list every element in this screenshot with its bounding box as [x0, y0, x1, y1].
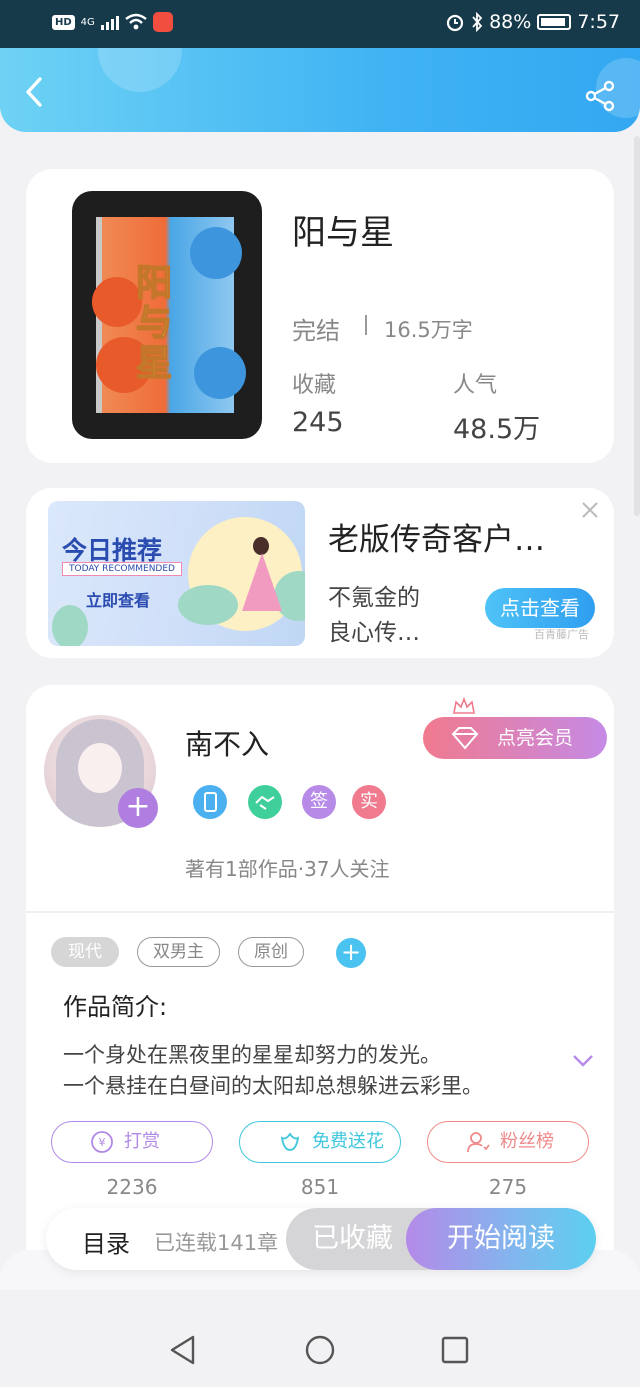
word-count: 16.5万字 [384, 318, 473, 342]
book-cover[interactable]: 阳与星 [72, 191, 262, 439]
reward-count: 2236 [106, 1175, 158, 1199]
reward-button[interactable]: ¥ 打赏 [51, 1121, 213, 1163]
tag-item[interactable]: 现代 [51, 937, 119, 967]
nav-back-icon[interactable] [167, 1334, 199, 1366]
author-name[interactable]: 南不入 [185, 723, 269, 763]
handshake-icon [255, 795, 275, 810]
ad-bush [52, 605, 88, 646]
divider [26, 911, 614, 913]
header-bar [0, 48, 640, 132]
send-flower-label: 免费送花 [312, 1131, 384, 1152]
intro-line: 一个身处在黑夜里的星星却努力的发光。 [63, 1043, 441, 1067]
svg-text:¥: ¥ [99, 1136, 106, 1149]
clock: 7:57 [577, 11, 620, 33]
favorites-count: 245 [292, 407, 344, 438]
scrollbar[interactable] [634, 136, 640, 516]
ad-banner-image[interactable]: 今日推荐 TODAY RECOMMENDED 立即查看 [48, 501, 305, 646]
ad-banner-subtitle: TODAY RECOMMENDED [62, 562, 182, 576]
header-decoration [98, 48, 182, 92]
status-bar: HD 4G 88% 7:57 [0, 0, 640, 48]
intro-label: 作品简介: [63, 993, 168, 1021]
network-type: 4G [80, 16, 95, 28]
book-info-card: 阳与星 阳与星 完结 16.5万字 收藏 245 人气 48.5万 [26, 169, 614, 463]
ad-girl-dress [242, 553, 282, 611]
favorites-label: 收藏 [292, 373, 337, 398]
cover-art: 阳与星 [92, 217, 246, 413]
diamond-icon [451, 727, 479, 750]
handshake-badge[interactable] [248, 785, 282, 819]
tag-item[interactable]: 原创 [238, 937, 304, 967]
vip-button[interactable]: 点亮会员 [423, 717, 607, 759]
author-stats: 著有1部作品·37人关注 [185, 857, 390, 881]
ad-card[interactable]: 今日推荐 TODAY RECOMMENDED 立即查看 老版传奇客户… 不氪金的… [26, 488, 614, 658]
back-button[interactable] [20, 76, 50, 108]
status-left: HD 4G [52, 12, 173, 32]
ad-title: 老版传奇客户… [328, 522, 545, 558]
ad-banner-link: 立即查看 [86, 591, 151, 610]
reward-label: 打赏 [124, 1131, 160, 1152]
send-flower-button[interactable]: 免费送花 [239, 1121, 401, 1163]
share-button[interactable] [584, 80, 616, 112]
ad-description-line2: 良心传… [328, 620, 420, 646]
battery-icon [537, 14, 572, 30]
nav-home-icon[interactable] [304, 1334, 336, 1366]
signal-icon [100, 14, 119, 30]
ad-source: 百青藤广告 [534, 628, 589, 641]
fan-ranking-button[interactable]: 粉丝榜 [427, 1121, 589, 1163]
status-right: 88% 7:57 [445, 11, 620, 33]
follow-button[interactable]: + [118, 788, 158, 828]
popularity-count: 48.5万 [453, 414, 541, 445]
app-notification-icon [152, 12, 173, 32]
chevron-down-icon[interactable] [571, 1053, 595, 1069]
close-icon[interactable] [578, 498, 602, 522]
bluetooth-icon [472, 12, 483, 32]
phone-icon [204, 792, 217, 812]
hd-badge: HD [52, 14, 75, 30]
fan-count: 275 [488, 1175, 528, 1199]
intro-line: 一个悬挂在白昼间的太阳却总想躲进云彩里。 [63, 1074, 483, 1098]
bottom-action-bar: 目录 已连载141章 已收藏 开始阅读 [46, 1208, 596, 1270]
book-status: 完结 [292, 317, 340, 345]
verified-badge[interactable]: 实 [352, 785, 386, 819]
ad-view-button[interactable]: 点击查看 [485, 588, 595, 628]
cover-cloud [190, 227, 242, 279]
separator [365, 315, 367, 335]
ad-bush [178, 585, 238, 625]
coin-icon: ¥ [91, 1131, 113, 1153]
alarm-icon [446, 14, 464, 32]
cover-title: 阳与星 [135, 262, 173, 384]
chapter-progress: 已连载141章 [154, 1231, 279, 1255]
fan-icon [467, 1132, 490, 1153]
wifi-icon [125, 13, 147, 30]
tag-item[interactable]: 双男主 [137, 937, 220, 967]
sign-badge[interactable]: 签 [302, 785, 336, 819]
avatar-face [78, 743, 122, 793]
flower-count: 851 [300, 1175, 340, 1199]
ad-description-line1: 不氪金的 [328, 585, 420, 611]
add-tag-button[interactable]: + [336, 938, 366, 968]
nav-recents-icon[interactable] [439, 1334, 471, 1366]
author-card: + 南不入 点亮会员 签 实 著有1部作品·37人关注 现代 双男主 原创 + … [26, 685, 614, 1285]
start-reading-button[interactable]: 开始阅读 [406, 1208, 596, 1270]
cover-cloud [194, 347, 246, 399]
flower-icon [280, 1132, 300, 1151]
crown-icon [453, 697, 475, 714]
vip-button-label: 点亮会员 [497, 727, 574, 749]
fan-ranking-label: 粉丝榜 [500, 1131, 554, 1152]
book-title: 阳与星 [292, 213, 394, 253]
popularity-label: 人气 [453, 373, 498, 398]
cover-cloud [92, 277, 142, 327]
phone-badge[interactable] [193, 785, 227, 819]
favorited-label: 已收藏 [312, 1223, 393, 1254]
battery-percent: 88% [489, 11, 532, 33]
toc-button[interactable]: 目录 [82, 1224, 130, 1259]
